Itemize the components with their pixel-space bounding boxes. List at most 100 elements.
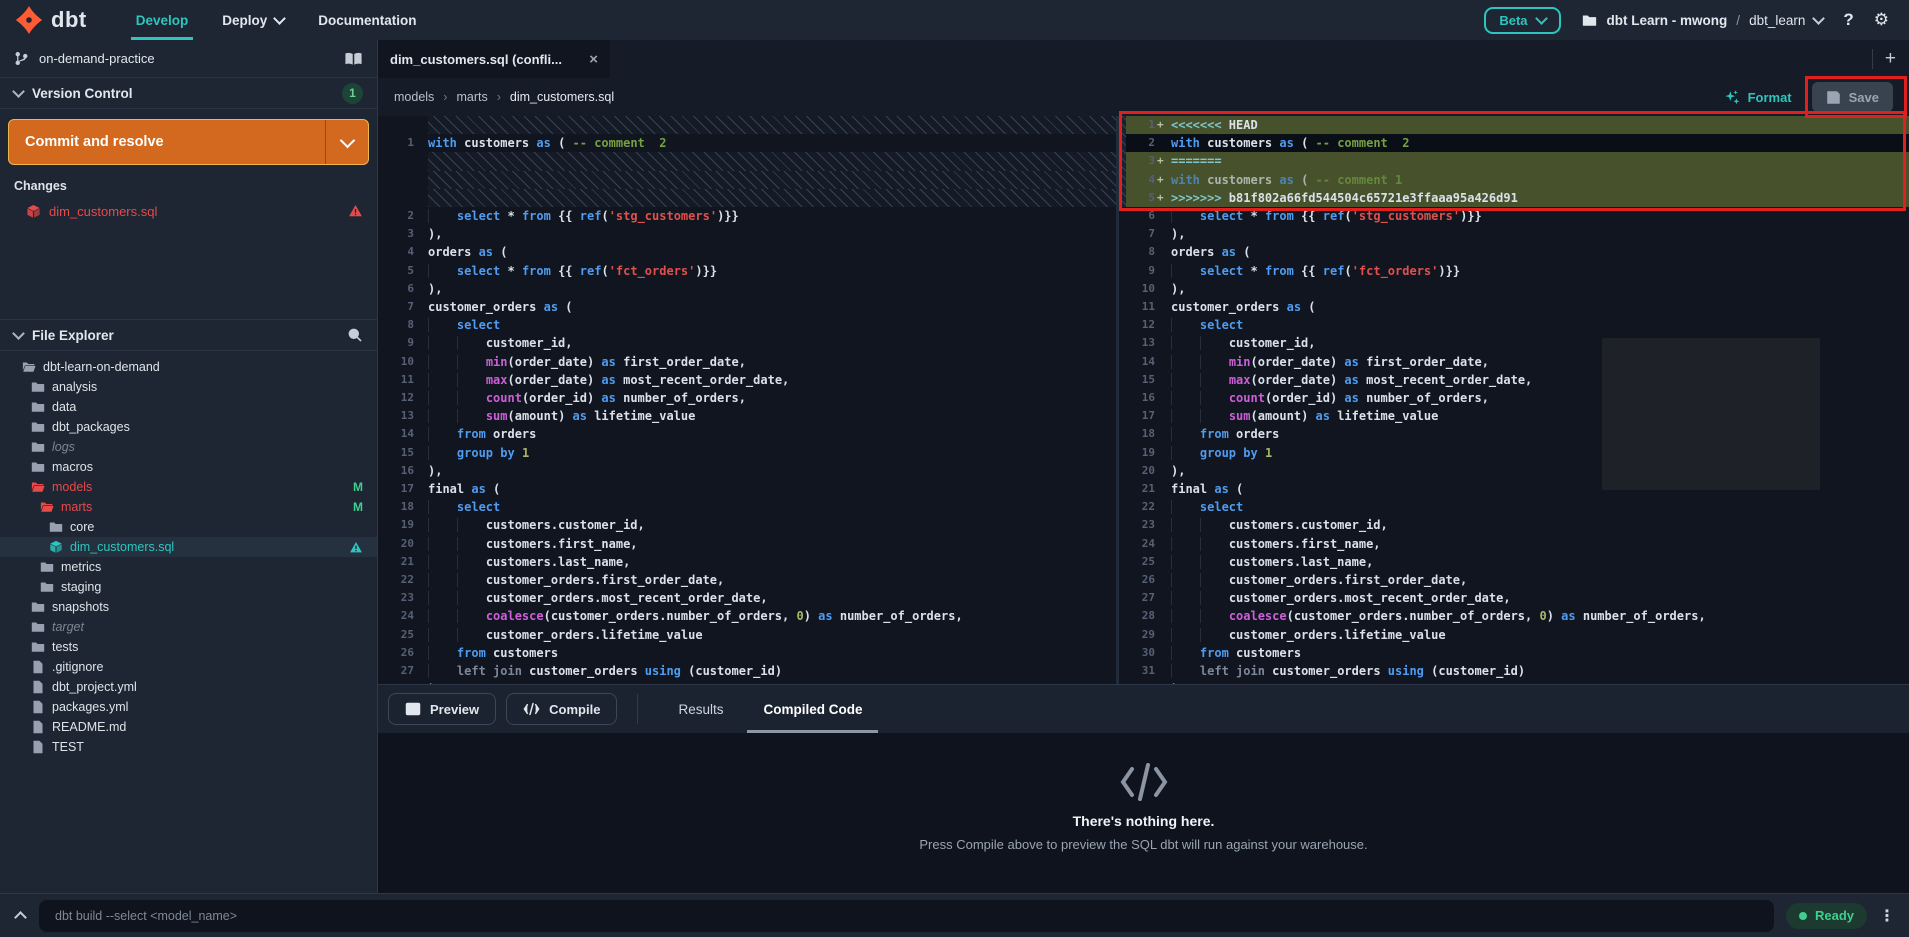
tree-item-dim-customers-sql[interactable]: dim_customers.sql [0, 537, 377, 557]
diff-pane-current[interactable]: 1with customers as ( -- comment 22 selec… [378, 116, 1116, 684]
compile-button[interactable]: Compile [506, 693, 617, 725]
code-text: ======= [1171, 152, 1909, 170]
gear-icon[interactable]: ⚙ [1874, 12, 1889, 29]
code-text: customers.first_name, [1171, 535, 1909, 553]
preview-button[interactable]: Preview [388, 693, 496, 725]
current-branch[interactable]: on-demand-practice [0, 40, 377, 78]
code-line: 10 min(order_date) as first_order_date, [378, 353, 1116, 371]
code-line: 2 select * from {{ ref('stg_customers')}… [378, 207, 1116, 225]
tree-item-macros[interactable]: macros [0, 457, 377, 477]
format-button[interactable]: Format [1724, 89, 1792, 105]
code-text: coalesce(customer_orders.number_of_order… [428, 607, 1116, 625]
nav-item-deploy[interactable]: Deploy [205, 0, 301, 40]
code-text: from customers [1171, 644, 1909, 662]
gutter-gap [414, 425, 428, 443]
version-control-header[interactable]: Version Control 1 [0, 78, 377, 108]
command-input[interactable] [39, 900, 1774, 932]
docs-book-icon[interactable] [344, 51, 363, 67]
commit-options-toggle[interactable] [325, 120, 368, 164]
tree-item-snapshots[interactable]: snapshots [0, 597, 377, 617]
dbt-logo-icon[interactable]: dbt [0, 5, 97, 35]
line-number: 16 [378, 462, 414, 480]
tree-item-packages-yml[interactable]: packages.yml [0, 697, 377, 717]
new-tab-icon[interactable]: + [1885, 48, 1896, 70]
project-selector[interactable]: dbt Learn - mwong / dbt_learn [1581, 13, 1824, 28]
code-text: customer_orders as ( [1171, 298, 1909, 316]
code-line: 11 max(order_date) as most_recent_order_… [378, 371, 1116, 389]
line-number: 28 [378, 680, 414, 684]
tree-item-marts[interactable]: martsM [0, 497, 377, 517]
code-text: ), [428, 462, 1116, 480]
gutter-gap [414, 225, 428, 243]
tree-item-dbt-project-yml[interactable]: dbt_project.yml [0, 677, 377, 697]
changed-file-name: dim_customers.sql [49, 204, 157, 219]
code-text: ), [428, 225, 1116, 243]
changed-file-dim-customers[interactable]: dim_customers.sql [0, 199, 377, 223]
tree-item-data[interactable]: data [0, 397, 377, 417]
code-text: customer_orders.most_recent_order_date, [1171, 589, 1909, 607]
code-line: 7), [1119, 225, 1909, 243]
tree-item-tests[interactable]: tests [0, 637, 377, 657]
line-number: 25 [378, 626, 414, 644]
tree-item-logs[interactable]: logs [0, 437, 377, 457]
line-number: 11 [378, 371, 414, 389]
modified-badge: M [353, 500, 363, 514]
nav-item-label: Develop [136, 13, 189, 28]
chevron-down-icon [1812, 12, 1825, 25]
code-text: from orders [428, 425, 1116, 443]
help-icon[interactable]: ? [1843, 10, 1853, 30]
code-line: 12 count(order_id) as number_of_orders, [378, 389, 1116, 407]
line-number: 20 [1119, 462, 1155, 480]
code-line: 22 customer_orders.first_order_date, [378, 571, 1116, 589]
tab-dim-customers[interactable]: dim_customers.sql (confli... × [378, 40, 610, 78]
tree-item-models[interactable]: modelsM [0, 477, 377, 497]
search-icon[interactable] [347, 327, 363, 343]
tree-item-core[interactable]: core [0, 517, 377, 537]
code-text: customer_orders.lifetime_value [1171, 626, 1909, 644]
tree-item-analysis[interactable]: analysis [0, 377, 377, 397]
line-number: 9 [378, 334, 414, 352]
status-dot-icon [1799, 912, 1807, 920]
nav-item-develop[interactable]: Develop [119, 0, 206, 40]
save-button[interactable]: Save [1812, 82, 1893, 112]
gutter-gap [414, 371, 428, 389]
gutter-gap [414, 353, 428, 371]
code-text: sum(amount) as lifetime_value [428, 407, 1116, 425]
tab-results[interactable]: Results [678, 685, 723, 733]
tree-item-staging[interactable]: staging [0, 577, 377, 597]
tree-item-test[interactable]: TEST [0, 737, 377, 757]
status-label: Ready [1815, 908, 1854, 923]
beta-dropdown[interactable]: Beta [1484, 7, 1560, 34]
tree-item-target[interactable]: target [0, 617, 377, 637]
tab-compiled-code[interactable]: Compiled Code [763, 685, 862, 733]
code-text: orders as ( [1171, 243, 1909, 261]
tree-item-readme-md[interactable]: README.md [0, 717, 377, 737]
code-text: customers.customer_id, [1171, 516, 1909, 534]
tree-item-gitignore[interactable]: .gitignore [0, 657, 377, 677]
code-text: select [428, 498, 1116, 516]
code-line: 26 from customers [378, 644, 1116, 662]
chevron-down-icon [12, 85, 25, 98]
line-number: 15 [1119, 371, 1155, 389]
file-explorer-header[interactable]: File Explorer [0, 320, 377, 350]
tree-item-metrics[interactable]: metrics [0, 557, 377, 577]
close-icon[interactable]: × [589, 51, 598, 68]
kebab-menu-icon[interactable]: ⋮ [1879, 906, 1895, 925]
folder-icon [31, 460, 45, 474]
nav-item-documentation[interactable]: Documentation [301, 0, 433, 40]
dbt-ide-app: dbt Develop DeployDocumentation Beta dbt … [0, 0, 1909, 937]
gutter-gap [414, 462, 428, 480]
line-number [378, 189, 414, 207]
diff-add-marker [1155, 480, 1171, 498]
git-branch-icon [14, 51, 29, 66]
code-text: select [428, 316, 1116, 334]
code-line: 22 select [1119, 498, 1909, 516]
commit-and-resolve-button[interactable]: Commit and resolve [8, 119, 369, 165]
line-number [378, 171, 414, 189]
file-explorer-title: File Explorer [32, 328, 114, 343]
tree-item-dbt-packages[interactable]: dbt_packages [0, 417, 377, 437]
chevron-up-icon[interactable] [14, 911, 27, 924]
line-number: 4 [378, 243, 414, 261]
tree-item-dbt-learn-on-demand[interactable]: dbt-learn-on-demand [0, 357, 377, 377]
line-number: 21 [1119, 480, 1155, 498]
